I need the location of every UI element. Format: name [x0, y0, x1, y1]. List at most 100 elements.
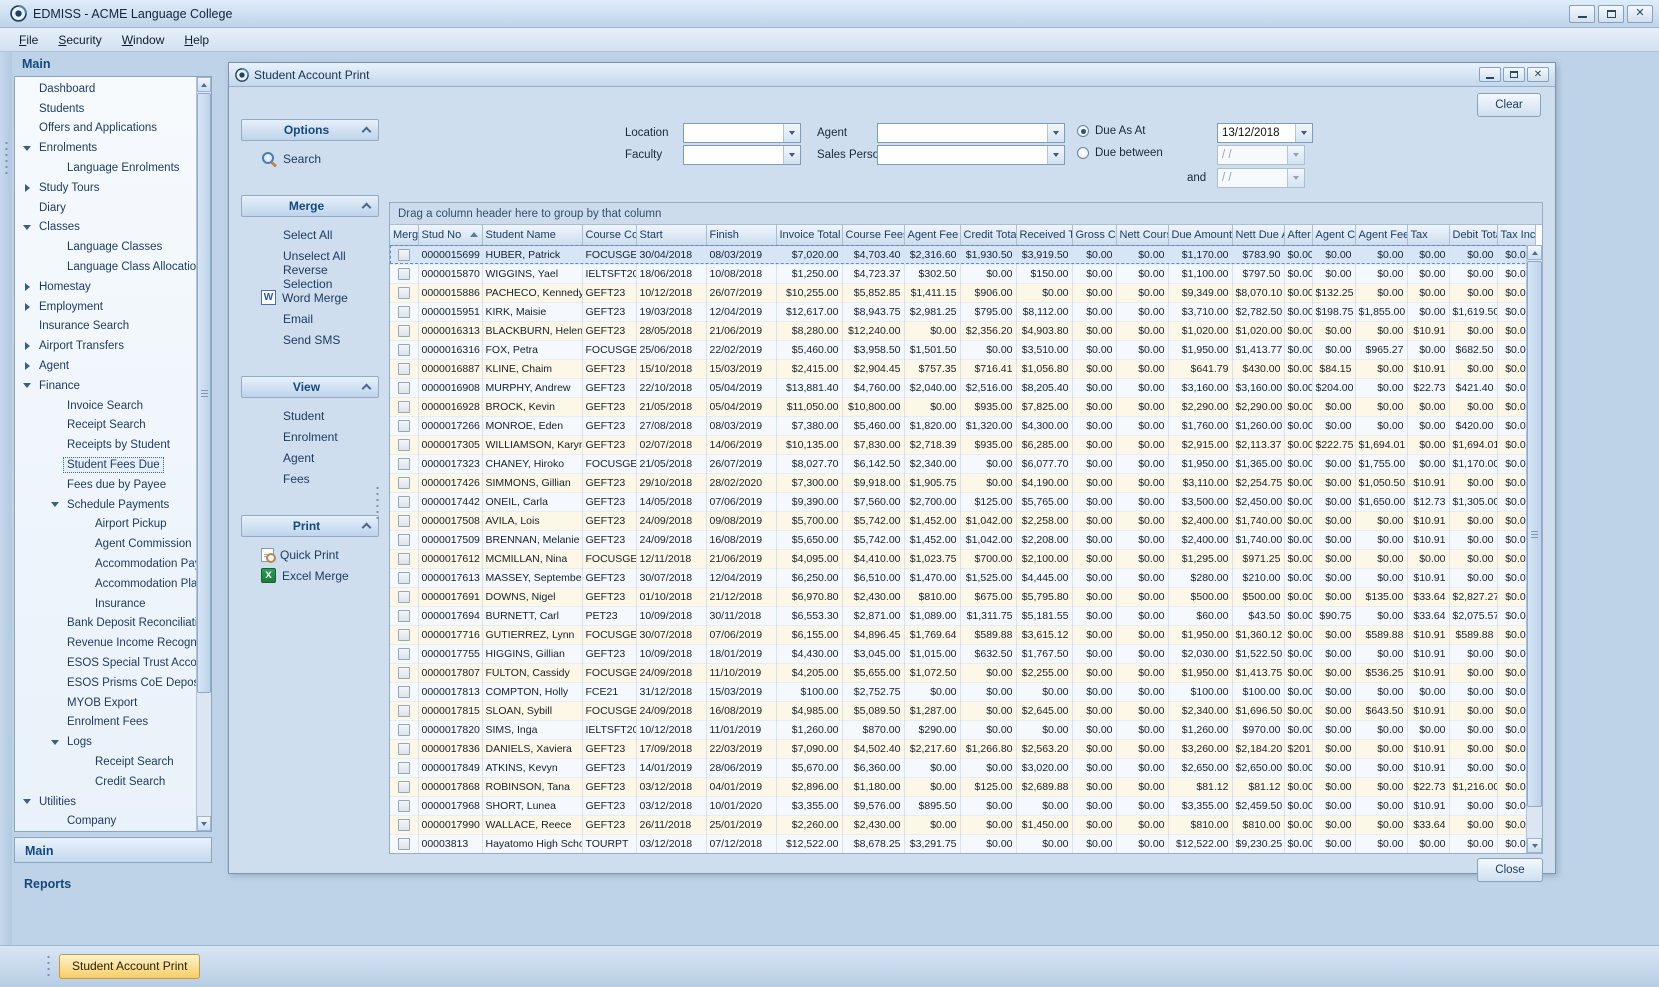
sales-person-select[interactable]	[877, 145, 1065, 165]
tree-item-airport-pickup[interactable]: Airport Pickup	[15, 515, 196, 535]
grid-row[interactable]: 0000017305WILLIAMSON, KarynGEFT2302/07/2…	[390, 435, 1535, 454]
grid-row[interactable]: 0000017990WALLACE, ReeceGEFT2326/11/2018…	[390, 815, 1535, 834]
tree-item-insurance[interactable]: Insurance	[15, 594, 196, 614]
grid-row[interactable]: 0000017691DOWNS, NigelGEFT2301/10/201821…	[390, 587, 1535, 606]
grid-scrollbar[interactable]	[1526, 245, 1542, 853]
row-merge-checkbox[interactable]	[398, 420, 410, 432]
row-merge-checkbox[interactable]	[398, 534, 410, 546]
column-header-after[interactable]: After	[1284, 225, 1312, 245]
tree-item-myob-export[interactable]: MYOB Export	[15, 693, 196, 713]
grid-row[interactable]: 0000017442ONEIL, CarlaGEFT2314/05/201807…	[390, 492, 1535, 511]
tree-item-utilities[interactable]: Utilities	[15, 792, 196, 812]
column-header-stud-no[interactable]: Stud No	[418, 225, 482, 245]
tree-item-company[interactable]: Company	[15, 811, 196, 831]
command-select-all[interactable]: Select All	[241, 224, 379, 245]
nav-group-reports[interactable]: Reports	[14, 877, 212, 891]
tree-item-esos-prisms-coe-deposit-export[interactable]: ESOS Prisms CoE Deposit Export	[15, 673, 196, 693]
tree-expander-icon[interactable]	[19, 303, 35, 311]
dropdown-arrow-icon[interactable]	[783, 124, 800, 142]
tree-item-employment[interactable]: Employment	[15, 297, 196, 317]
maximize-icon[interactable]	[1598, 5, 1624, 23]
dropdown-arrow-icon[interactable]	[1287, 146, 1304, 164]
row-merge-checkbox[interactable]	[398, 515, 410, 527]
tree-item-receipt-search[interactable]: Receipt Search	[15, 416, 196, 436]
radio-selected-icon[interactable]	[1077, 125, 1089, 137]
row-merge-checkbox[interactable]	[398, 762, 410, 774]
scroll-thumb[interactable]	[197, 93, 211, 693]
row-merge-checkbox[interactable]	[398, 572, 410, 584]
grid-row[interactable]: 0000016928BROCK, KevinGEFT2321/05/201805…	[390, 397, 1535, 416]
column-header-course-fees[interactable]: Course Fees	[842, 225, 904, 245]
row-merge-checkbox[interactable]	[398, 591, 410, 603]
column-header-credit-total[interactable]: Credit Total	[960, 225, 1016, 245]
scroll-down-icon[interactable]	[197, 816, 211, 831]
tree-expander-icon[interactable]	[19, 362, 35, 370]
menu-window[interactable]: Window	[113, 30, 174, 50]
doc-minimize-icon[interactable]	[1479, 67, 1501, 82]
column-header-merge[interactable]: Merge	[390, 225, 418, 245]
row-merge-checkbox[interactable]	[398, 382, 410, 394]
due-between-radio[interactable]: Due between	[1077, 147, 1163, 159]
group-header-merge[interactable]: Merge	[241, 195, 379, 217]
grid-row[interactable]: 0000015699HUBER, PatrickFOCUSGEF30/04/20…	[390, 245, 1535, 264]
grid-row[interactable]: 0000015951KIRK, MaisieGEFT2319/03/201812…	[390, 302, 1535, 321]
command-quick-print[interactable]: Quick Print	[241, 544, 379, 565]
row-merge-checkbox[interactable]	[398, 686, 410, 698]
column-header-nett-cours[interactable]: Nett Cours	[1116, 225, 1168, 245]
tree-item-students[interactable]: Students	[15, 99, 196, 119]
tree-expander-icon[interactable]	[19, 146, 35, 151]
close-window-button[interactable]: Close	[1477, 858, 1543, 882]
grid-row[interactable]: 0000017849ATKINS, KevynGEFT2314/01/20192…	[390, 758, 1535, 777]
tree-expander-icon[interactable]	[19, 225, 35, 230]
row-merge-checkbox[interactable]	[398, 629, 410, 641]
scroll-up-icon[interactable]	[197, 77, 211, 92]
tree-item-finance[interactable]: Finance	[15, 376, 196, 396]
row-merge-checkbox[interactable]	[398, 325, 410, 337]
row-merge-checkbox[interactable]	[398, 401, 410, 413]
group-header-print[interactable]: Print	[241, 515, 379, 537]
scroll-up-icon[interactable]	[1527, 245, 1542, 260]
tree-expander-icon[interactable]	[19, 799, 35, 804]
doc-maximize-icon[interactable]	[1503, 67, 1525, 82]
location-select[interactable]	[683, 123, 801, 143]
grid-row[interactable]: 0000017323CHANEY, HirokoFOCUSGEF21/05/20…	[390, 454, 1535, 473]
row-merge-checkbox[interactable]	[398, 477, 410, 489]
grid-row[interactable]: 0000017612MCMILLAN, NinaFOCUSGEF12/11/20…	[390, 549, 1535, 568]
grid-row[interactable]: 0000015870WIGGINS, YaelIELTSFT2018/06/20…	[390, 264, 1535, 283]
dropdown-arrow-icon[interactable]	[1047, 146, 1064, 164]
column-header-gross-co[interactable]: Gross Co	[1072, 225, 1116, 245]
column-header-start[interactable]: Start	[636, 225, 706, 245]
column-header-agent-fee[interactable]: Agent Fee	[904, 225, 960, 245]
grid-row[interactable]: 0000017813COMPTON, HollyFCE2131/12/20181…	[390, 682, 1535, 701]
row-merge-checkbox[interactable]	[398, 287, 410, 299]
tree-expander-icon[interactable]	[19, 342, 35, 350]
grid-row[interactable]: 0000015886PACHECO, KennedyGEFT2310/12/20…	[390, 283, 1535, 302]
tree-item-language-class-allocation[interactable]: Language Class Allocation	[15, 257, 196, 277]
row-merge-checkbox[interactable]	[398, 610, 410, 622]
grid-row[interactable]: 0000017815SLOAN, SybillFOCUSGEF24/09/201…	[390, 701, 1535, 720]
grid-row[interactable]: 0000017968SHORT, LuneaGEFT2303/12/201810…	[390, 796, 1535, 815]
tree-expander-icon[interactable]	[19, 383, 35, 388]
column-header-tax[interactable]: Tax	[1407, 225, 1449, 245]
doc-close-icon[interactable]: ✕	[1527, 67, 1549, 82]
row-merge-checkbox[interactable]	[398, 724, 410, 736]
column-header-debit-tota[interactable]: Debit Tota	[1449, 225, 1497, 245]
scroll-thumb[interactable]	[1527, 261, 1542, 807]
tree-item-enrolment-fees[interactable]: Enrolment Fees	[15, 713, 196, 733]
scroll-down-icon[interactable]	[1527, 838, 1542, 853]
tree-item-agent-commission[interactable]: Agent Commission	[15, 534, 196, 554]
row-merge-checkbox[interactable]	[398, 344, 410, 356]
tree-item-receipt-search[interactable]: Receipt Search	[15, 752, 196, 772]
close-icon[interactable]: ✕	[1627, 5, 1653, 23]
tree-item-dashboard[interactable]: Dashboard	[15, 79, 196, 99]
column-header-received-t[interactable]: Received T	[1016, 225, 1072, 245]
tree-item-study-tours[interactable]: Study Tours	[15, 178, 196, 198]
tree-item-accommodation-payment[interactable]: Accommodation Payment	[15, 554, 196, 574]
column-header-course-co[interactable]: Course Co	[582, 225, 636, 245]
left-splitter[interactable]	[0, 52, 12, 945]
tree-item-receipts-by-student[interactable]: Receipts by Student	[15, 435, 196, 455]
tree-item-accommodation-placement[interactable]: Accommodation Placement	[15, 574, 196, 594]
grid-row[interactable]: 0000017755HIGGINS, GillianGEFT2310/09/20…	[390, 644, 1535, 663]
grid-row[interactable]: 0000017508AVILA, LoisGEFT2324/09/201809/…	[390, 511, 1535, 530]
row-merge-checkbox[interactable]	[398, 249, 410, 261]
